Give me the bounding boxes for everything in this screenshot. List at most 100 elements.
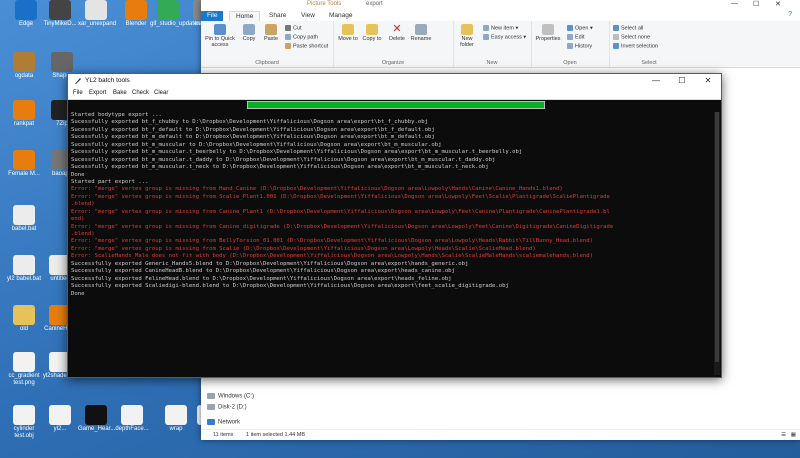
minimize-icon[interactable]: — bbox=[731, 0, 738, 7]
file-icon bbox=[85, 0, 107, 20]
select-all-button[interactable]: Select all bbox=[613, 25, 643, 31]
desktop-icon[interactable]: gif_studio_updates bbox=[150, 0, 201, 28]
copy-to-button[interactable]: Copy to bbox=[361, 24, 383, 42]
desktop-icon-label: babel.bat bbox=[11, 226, 37, 232]
console-output[interactable]: Started bodytype export ... Sucessfully e… bbox=[71, 112, 713, 375]
file-icon bbox=[15, 0, 37, 20]
properties-button[interactable]: Properties bbox=[533, 24, 563, 42]
move-to-button[interactable]: Move to bbox=[337, 24, 359, 42]
file-icon bbox=[13, 205, 35, 225]
drive-icon bbox=[207, 393, 215, 399]
desktop-icon-label: ogdata bbox=[14, 73, 34, 79]
console-line: Sucessfully exported bt_f_default to D:\… bbox=[71, 126, 435, 133]
desktop-icon[interactable]: wrap bbox=[158, 405, 194, 433]
open-button[interactable]: Open ▾ bbox=[567, 25, 593, 31]
details-view-icon[interactable]: ☰ bbox=[781, 430, 786, 440]
copy-path-icon bbox=[285, 34, 291, 40]
nav-item-network[interactable]: Network bbox=[207, 419, 240, 426]
desktop-icon[interactable]: cc_gradient test.png bbox=[6, 352, 42, 387]
maximize-icon[interactable]: ☐ bbox=[753, 0, 759, 8]
new-folder-button[interactable]: New folder bbox=[455, 24, 479, 48]
tab-file[interactable]: File bbox=[201, 11, 224, 21]
desktop-icon-label: cc_gradient test.png bbox=[8, 373, 40, 386]
copy-to-icon bbox=[366, 24, 378, 35]
paste-button[interactable]: Paste bbox=[261, 24, 281, 42]
explorer-titlebar[interactable]: Picture Tools export — ☐ ✕ bbox=[201, 0, 800, 10]
paste-icon bbox=[265, 24, 277, 35]
new-folder-icon bbox=[461, 24, 473, 35]
desktop-icon[interactable]: Blender bbox=[118, 0, 154, 28]
copy-button[interactable]: Copy bbox=[239, 24, 259, 42]
invert-selection-button[interactable]: Invert selection bbox=[613, 43, 658, 49]
console-line: Started bodytype export ... bbox=[71, 112, 162, 118]
large-icons-view-icon[interactable]: ▦ bbox=[791, 430, 796, 440]
tab-view[interactable]: View bbox=[295, 11, 321, 21]
invert-selection-icon bbox=[613, 43, 619, 49]
desktop-icon[interactable]: xar_unexpand bbox=[78, 0, 116, 28]
desktop-icon[interactable]: Game_Hear... bbox=[78, 405, 115, 433]
copy-path-button[interactable]: Copy path bbox=[285, 34, 318, 40]
desktop-icon[interactable]: yl2 babel.bat bbox=[6, 255, 42, 283]
desktop-icon[interactable]: babel.bat bbox=[6, 205, 42, 233]
delete-button[interactable]: ✕ Delete bbox=[387, 23, 407, 43]
tab-share[interactable]: Share bbox=[263, 11, 292, 21]
easy-access-button[interactable]: Easy access ▾ bbox=[483, 34, 526, 40]
progress-bar-fill bbox=[248, 102, 544, 108]
feather-icon bbox=[75, 78, 81, 84]
move-to-icon bbox=[342, 24, 354, 35]
desktop-icon-label: old bbox=[19, 326, 28, 332]
file-icon bbox=[49, 0, 71, 20]
minimize-icon[interactable]: — bbox=[643, 74, 669, 88]
desktop-icon[interactable]: cylinder test.obj bbox=[6, 405, 42, 440]
menu-clear[interactable]: Clear bbox=[154, 88, 168, 99]
desktop-icon[interactable]: rankpat bbox=[6, 100, 42, 128]
help-icon[interactable]: ? bbox=[788, 11, 792, 18]
paste-shortcut-button[interactable]: Paste shortcut bbox=[285, 43, 328, 49]
edit-button[interactable]: Edit bbox=[567, 34, 584, 40]
desktop-icon[interactable]: Female M... bbox=[6, 150, 42, 178]
cut-button[interactable]: Cut bbox=[285, 25, 302, 31]
rename-icon bbox=[415, 24, 427, 35]
desktop-icon[interactable]: depthFace... bbox=[114, 405, 150, 433]
desktop-icon-label: wrap bbox=[169, 426, 183, 432]
console-line: Successfully exported Scaliedigi-blend.b… bbox=[71, 283, 509, 290]
menu-file[interactable]: File bbox=[73, 88, 83, 99]
batch-tools-window[interactable]: YL2 batch tools — ☐ ✕ File Export Bake C… bbox=[67, 73, 722, 378]
progress-bar bbox=[247, 101, 545, 109]
file-icon bbox=[165, 405, 187, 425]
console-line: Sucessfully exported bt_m_muscular to D:… bbox=[71, 141, 442, 148]
pin-quick-access-button[interactable]: Pin to Quick access bbox=[205, 24, 235, 48]
desktop-icon[interactable]: Edge bbox=[8, 0, 44, 28]
desktop-icon[interactable]: yl2... bbox=[42, 405, 78, 433]
history-icon bbox=[567, 43, 573, 49]
rename-button[interactable]: Rename bbox=[409, 24, 433, 42]
batch-titlebar[interactable]: YL2 batch tools — ☐ ✕ bbox=[68, 74, 721, 88]
menu-export[interactable]: Export bbox=[89, 88, 106, 99]
new-item-button[interactable]: New item ▾ bbox=[483, 25, 518, 31]
ribbon-group-new: New folder New item ▾ Easy access ▾ New bbox=[453, 21, 532, 67]
file-icon bbox=[85, 405, 107, 425]
open-icon bbox=[567, 25, 573, 31]
console-error-line: end) bbox=[71, 216, 85, 223]
desktop-icon[interactable]: ogdata bbox=[6, 52, 42, 80]
console-line: Sucessfully exported bt_m_default to D:\… bbox=[71, 134, 435, 141]
nav-item-windows-c[interactable]: Windows (C:) bbox=[207, 393, 254, 400]
desktop-icon[interactable]: TinyMikeD... bbox=[42, 0, 78, 28]
delete-icon: ✕ bbox=[392, 23, 402, 35]
maximize-icon[interactable]: ☐ bbox=[669, 74, 695, 88]
close-icon[interactable]: ✕ bbox=[775, 0, 781, 8]
desktop-icon[interactable]: old bbox=[6, 305, 42, 333]
properties-icon bbox=[542, 24, 554, 35]
select-none-button[interactable]: Select none bbox=[613, 34, 650, 40]
contextual-tab-label: Picture Tools bbox=[307, 1, 342, 7]
history-button[interactable]: History bbox=[567, 43, 592, 49]
menu-check[interactable]: Check bbox=[132, 88, 149, 99]
nav-item-disk2-d[interactable]: Disk-2 (D:) bbox=[207, 404, 247, 411]
tab-manage[interactable]: Manage bbox=[323, 11, 359, 21]
menu-bake[interactable]: Bake bbox=[113, 88, 127, 99]
desktop-icon-label: gif_studio_updates bbox=[150, 21, 201, 27]
scrollbar-thumb[interactable] bbox=[715, 112, 719, 362]
open-group-label: Open bbox=[563, 60, 577, 66]
close-icon[interactable]: ✕ bbox=[695, 74, 721, 88]
console-scrollbar[interactable] bbox=[714, 112, 720, 375]
